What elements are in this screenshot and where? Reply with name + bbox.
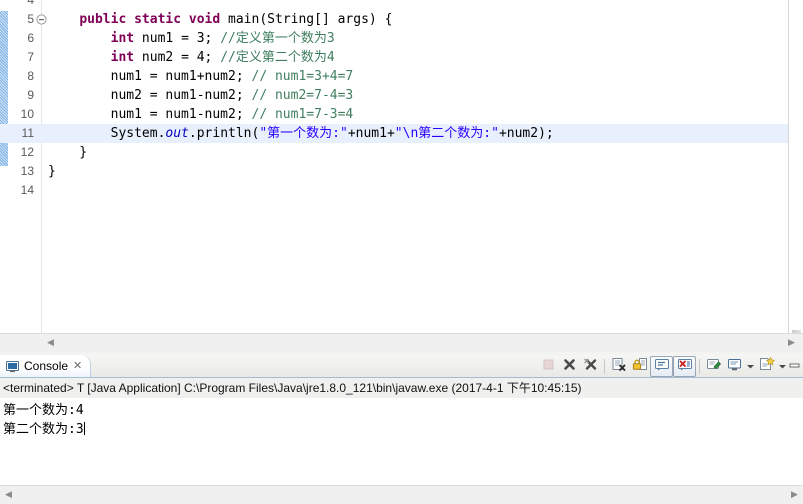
console-output-line: 第二个数为:3 bbox=[3, 422, 85, 437]
display-console-icon bbox=[727, 358, 742, 375]
code-line[interactable]: 4 bbox=[0, 0, 803, 10]
console-scroll-right-arrow-icon[interactable]: ▶ bbox=[787, 486, 802, 503]
code-lines[interactable]: 4 5 public static void main(String[] args… bbox=[0, 0, 803, 334]
line-number: 13 bbox=[20, 164, 34, 178]
console-status-line: <terminated> T [Java Application] C:\Pro… bbox=[0, 378, 803, 399]
separator-1 bbox=[604, 358, 605, 374]
code-line[interactable]: 10 num1 = num1-num2; // num1=7-3=4 bbox=[0, 105, 803, 124]
fold-collapse-icon[interactable] bbox=[36, 14, 47, 25]
editor-text-area[interactable]: 4 5 public static void main(String[] args… bbox=[0, 0, 803, 334]
open-console-button[interactable] bbox=[756, 356, 777, 376]
code-line[interactable]: 11 System.out.println("第一个数为:"+num1+"\n第… bbox=[0, 124, 803, 143]
console-tab-bar: Console ✕ bbox=[0, 355, 803, 378]
editor-overview-ruler[interactable] bbox=[788, 0, 803, 336]
display-console-menu-arrow[interactable] bbox=[745, 357, 756, 376]
line-number: 6 bbox=[27, 31, 34, 45]
stop-square-icon bbox=[541, 357, 556, 375]
remove-all-terminated-button[interactable] bbox=[580, 357, 601, 376]
line-number: 12 bbox=[20, 145, 34, 159]
code-text: int num2 = 4; //定义第二个数为4 bbox=[110, 50, 335, 65]
console-output-line: 第一个数为:4 bbox=[3, 403, 84, 418]
text-caret bbox=[83, 422, 85, 435]
console-monitor-icon bbox=[6, 360, 19, 373]
code-line[interactable]: 12 } bbox=[0, 143, 803, 162]
editor-horizontal-scrollbar[interactable]: ◀ ▶ bbox=[0, 333, 803, 352]
console-view: Console ✕ <terminated> T [Java Applicati… bbox=[0, 355, 803, 504]
console-horizontal-scrollbar[interactable]: ◀ ▶ bbox=[0, 485, 803, 504]
display-selected-console-button[interactable] bbox=[724, 357, 745, 376]
scroll-left-arrow-icon[interactable]: ◀ bbox=[42, 334, 59, 351]
code-line[interactable]: 7 int num2 = 4; //定义第二个数为4 bbox=[0, 48, 803, 67]
show-console-on-error-button[interactable] bbox=[673, 355, 696, 377]
line-number: 4 bbox=[27, 0, 34, 7]
eclipse-window: 4 5 public static void main(String[] args… bbox=[0, 0, 803, 504]
remove-all-x-icon bbox=[583, 357, 599, 375]
scroll-lock-icon bbox=[632, 357, 648, 375]
java-editor[interactable]: 4 5 public static void main(String[] args… bbox=[0, 0, 803, 352]
clear-console-icon bbox=[611, 357, 627, 375]
remove-launch-button[interactable] bbox=[559, 357, 580, 376]
console-output[interactable]: 第一个数为:4 第二个数为:3 bbox=[0, 398, 803, 485]
line-number: 8 bbox=[27, 69, 34, 83]
line-number: 5 bbox=[27, 12, 34, 26]
code-text: int num1 = 3; //定义第一个数为3 bbox=[110, 31, 335, 46]
code-text: public static void main(String[] args) { bbox=[79, 12, 393, 27]
code-line[interactable]: 9 num2 = num1-num2; // num2=7-4=3 bbox=[0, 86, 803, 105]
new-console-icon bbox=[759, 356, 775, 375]
scroll-lock-button[interactable] bbox=[629, 357, 650, 376]
code-text: System.out.println("第一个数为:"+num1+"\n第二个数… bbox=[48, 126, 554, 141]
show-console-on-output-button[interactable] bbox=[650, 355, 673, 377]
code-line[interactable]: 5 public static void main(String[] args)… bbox=[0, 10, 803, 29]
open-console-menu-arrow[interactable] bbox=[777, 357, 788, 376]
line-number: 14 bbox=[20, 183, 34, 197]
clear-console-button[interactable] bbox=[608, 357, 629, 376]
console-scroll-left-arrow-icon[interactable]: ◀ bbox=[1, 486, 16, 503]
code-text: } bbox=[48, 164, 56, 179]
line-number: 7 bbox=[27, 50, 34, 64]
code-text: num1 = num1+num2; // num1=3+4=7 bbox=[48, 69, 354, 84]
show-console-err-icon bbox=[677, 357, 693, 375]
code-line[interactable]: 6 int num1 = 3; //定义第一个数为3 bbox=[0, 29, 803, 48]
terminate-button[interactable] bbox=[538, 357, 559, 376]
code-line[interactable]: 8 num1 = num1+num2; // num1=3+4=7 bbox=[0, 67, 803, 86]
code-line[interactable]: 13} bbox=[0, 162, 803, 181]
line-number: 9 bbox=[27, 88, 34, 102]
code-line[interactable]: 14 bbox=[0, 181, 803, 200]
separator-2 bbox=[699, 358, 700, 374]
pin-console-button[interactable] bbox=[703, 357, 724, 376]
code-text: num2 = num1-num2; // num2=7-4=3 bbox=[48, 88, 354, 103]
close-icon[interactable]: ✕ bbox=[73, 360, 82, 372]
tab-console[interactable]: Console ✕ bbox=[0, 355, 92, 377]
code-text: num1 = num1-num2; // num1=7-3=4 bbox=[48, 107, 354, 122]
remove-x-icon bbox=[562, 357, 577, 375]
line-number: 10 bbox=[20, 107, 34, 121]
tab-console-label: Console bbox=[24, 359, 69, 373]
show-console-out-icon bbox=[654, 357, 670, 375]
scroll-right-arrow-icon[interactable]: ▶ bbox=[783, 334, 800, 351]
minimize-view-button[interactable] bbox=[788, 357, 801, 376]
line-number: 11 bbox=[0, 124, 34, 143]
pin-console-icon bbox=[706, 357, 722, 375]
editor-scroll-track[interactable] bbox=[59, 336, 783, 349]
console-toolbar[interactable] bbox=[538, 355, 801, 377]
code-text: } bbox=[48, 145, 88, 160]
